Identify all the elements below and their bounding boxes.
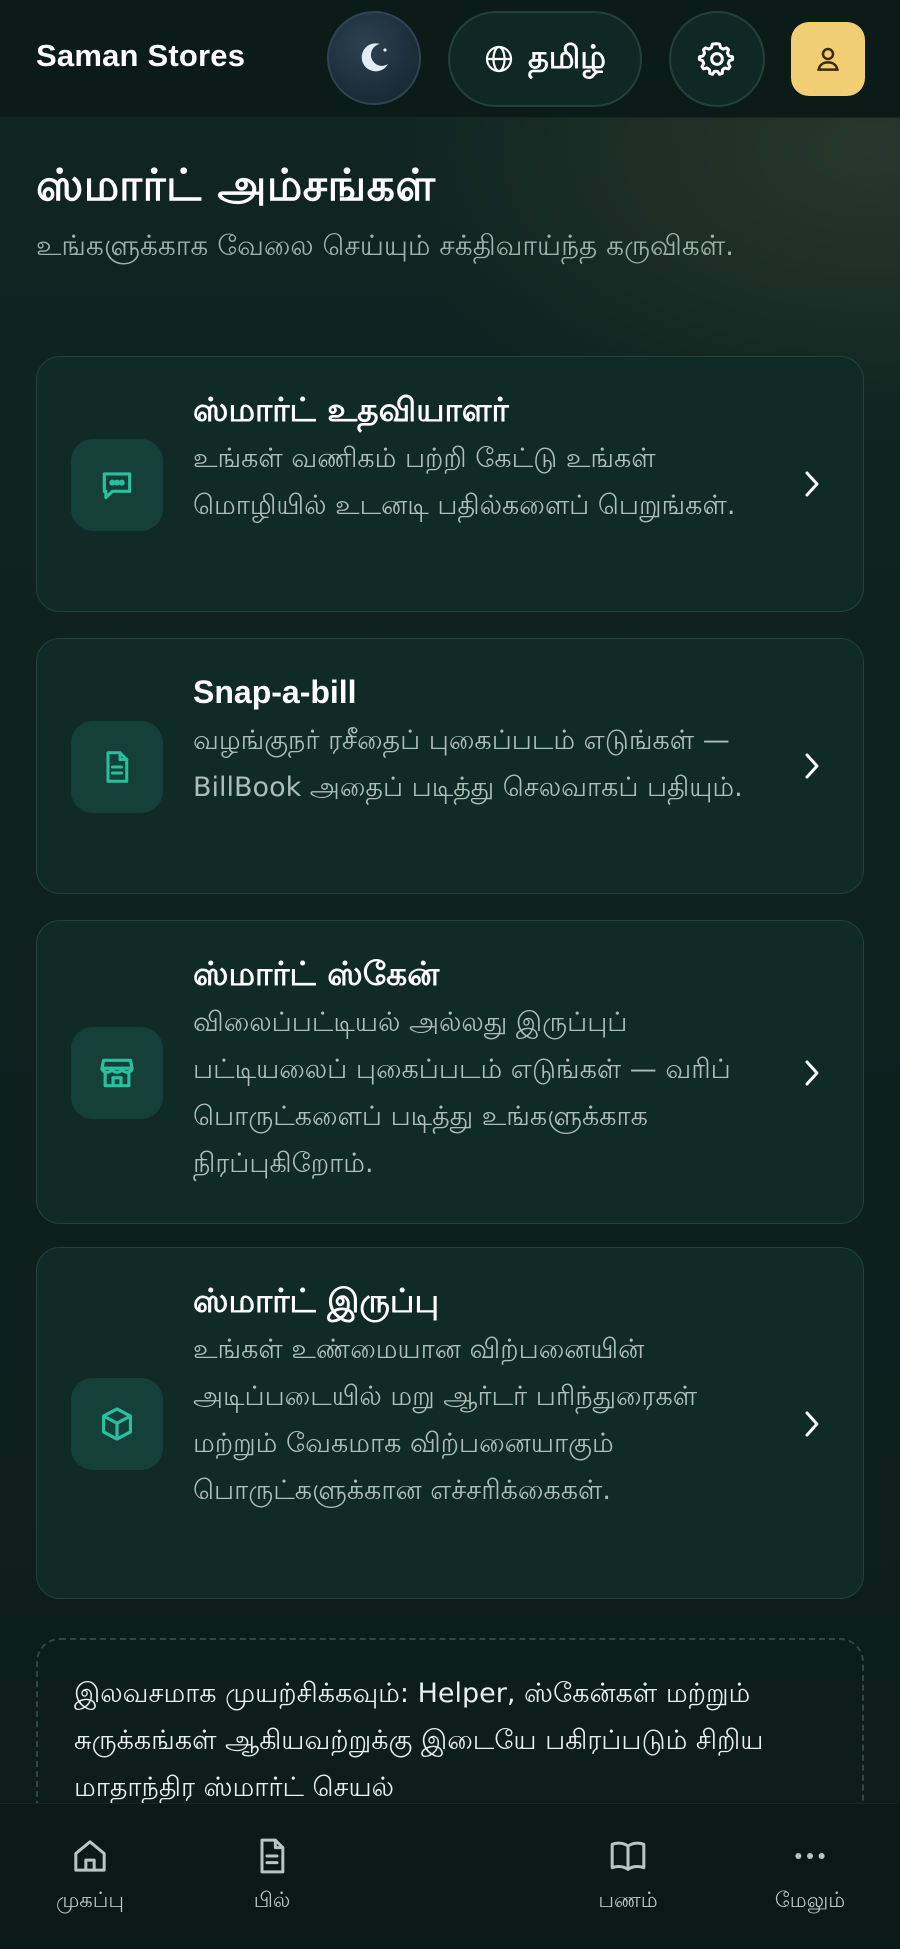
user-icon bbox=[817, 47, 839, 71]
nav-label: பணம் bbox=[598, 1888, 658, 1912]
feature-text: ஸ்மார்ட் ஸ்கேன் விலைப்பட்டியல் அல்லது இர… bbox=[193, 951, 783, 1187]
globe-icon bbox=[485, 45, 513, 73]
box-icon bbox=[101, 1407, 133, 1441]
chevron-right-icon bbox=[801, 1407, 823, 1441]
feature-icon-badge bbox=[71, 721, 163, 813]
feature-card-smart-assistant[interactable]: ஸ்மார்ட் உதவியாளர் உங்கள் வணிகம் பற்றி க… bbox=[36, 356, 864, 612]
nav-label: முகப்பு bbox=[55, 1888, 124, 1912]
gear-icon bbox=[697, 42, 735, 76]
nav-label: பில் bbox=[253, 1888, 291, 1912]
document-icon bbox=[106, 751, 129, 783]
smart-features-screen: Saman Stores தமிழ் ஸ்மார்ட் அம்சங்கள் உங… bbox=[0, 0, 900, 1949]
feature-description: உங்கள் உண்மையான விற்பனையின் அடிப்படையில்… bbox=[193, 1334, 698, 1506]
chevron-right-icon bbox=[801, 1056, 823, 1090]
feature-card-smart-stock[interactable]: ஸ்மார்ட் இருப்பு உங்கள் உண்மையான விற்பனை… bbox=[36, 1247, 864, 1599]
feature-text: ஸ்மார்ட் உதவியாளர் உங்கள் வணிகம் பற்றி க… bbox=[193, 387, 783, 529]
nav-item-home[interactable]: முகப்பு bbox=[40, 1804, 140, 1949]
nav-item-money[interactable]: பணம் bbox=[578, 1804, 678, 1949]
feature-card-snap-a-bill[interactable]: Snap-a-bill வழங்குநர் ரசீதைப் புகைப்படம்… bbox=[36, 638, 864, 894]
feature-text: Snap-a-bill வழங்குநர் ரசீதைப் புகைப்படம்… bbox=[193, 669, 783, 811]
nav-item-bill[interactable]: பில் bbox=[222, 1804, 322, 1949]
feature-title: ஸ்மார்ட் உதவியாளர் bbox=[193, 390, 509, 429]
page-subtitle: உங்களுக்காக வேலை செய்யும் சக்திவாய்ந்த க… bbox=[36, 229, 734, 262]
feature-title: Snap-a-bill bbox=[193, 674, 357, 710]
book-icon bbox=[610, 1841, 646, 1871]
free-trial-text: இலவசமாக முயற்சிக்கவும்: Helper, ஸ்கேன்கள… bbox=[74, 1678, 764, 1803]
app-header: Saman Stores தமிழ் bbox=[0, 0, 900, 118]
language-button[interactable]: தமிழ் bbox=[448, 11, 642, 107]
nav-item-more[interactable]: மேலும் bbox=[760, 1804, 860, 1949]
feature-title: ஸ்மார்ட் ஸ்கேன் bbox=[193, 954, 440, 993]
chat-icon bbox=[102, 472, 132, 500]
feature-text: ஸ்மார்ட் இருப்பு உங்கள் உண்மையான விற்பனை… bbox=[193, 1278, 783, 1514]
bill-icon bbox=[260, 1838, 285, 1874]
profile-button[interactable] bbox=[791, 22, 865, 96]
chevron-right-icon bbox=[801, 749, 823, 783]
feature-icon-badge bbox=[71, 1027, 163, 1119]
home-icon bbox=[74, 1840, 106, 1872]
feature-title: ஸ்மார்ட் இருப்பு bbox=[193, 1281, 440, 1320]
brand-name: Saman Stores bbox=[36, 38, 246, 73]
feature-description: உங்கள் வணிகம் பற்றி கேட்டு உங்கள் மொழியி… bbox=[193, 443, 736, 521]
settings-button[interactable] bbox=[669, 11, 765, 107]
nav-label: மேலும் bbox=[774, 1888, 846, 1912]
feature-icon-badge bbox=[71, 1378, 163, 1470]
theme-toggle-button[interactable] bbox=[327, 11, 421, 105]
more-icon bbox=[795, 1853, 825, 1859]
feature-description: விலைப்பட்டியல் அல்லது இருப்புப் பட்டியலை… bbox=[193, 1007, 731, 1179]
feature-description: வழங்குநர் ரசீதைப் புகைப்படம் எடுங்கள் — … bbox=[193, 725, 743, 803]
page-title: ஸ்மார்ட் அம்சங்கள் bbox=[36, 160, 436, 211]
moon-icon bbox=[361, 43, 388, 72]
language-label: தமிழ் bbox=[527, 38, 607, 76]
chevron-right-icon bbox=[801, 467, 823, 501]
feature-icon-badge bbox=[71, 439, 163, 531]
bottom-navigation: முகப்பு பில் பணம் மேலும் bbox=[0, 1803, 900, 1949]
feature-card-smart-scan[interactable]: ஸ்மார்ட் ஸ்கேன் விலைப்பட்டியல் அல்லது இர… bbox=[36, 920, 864, 1224]
store-icon bbox=[100, 1058, 134, 1088]
